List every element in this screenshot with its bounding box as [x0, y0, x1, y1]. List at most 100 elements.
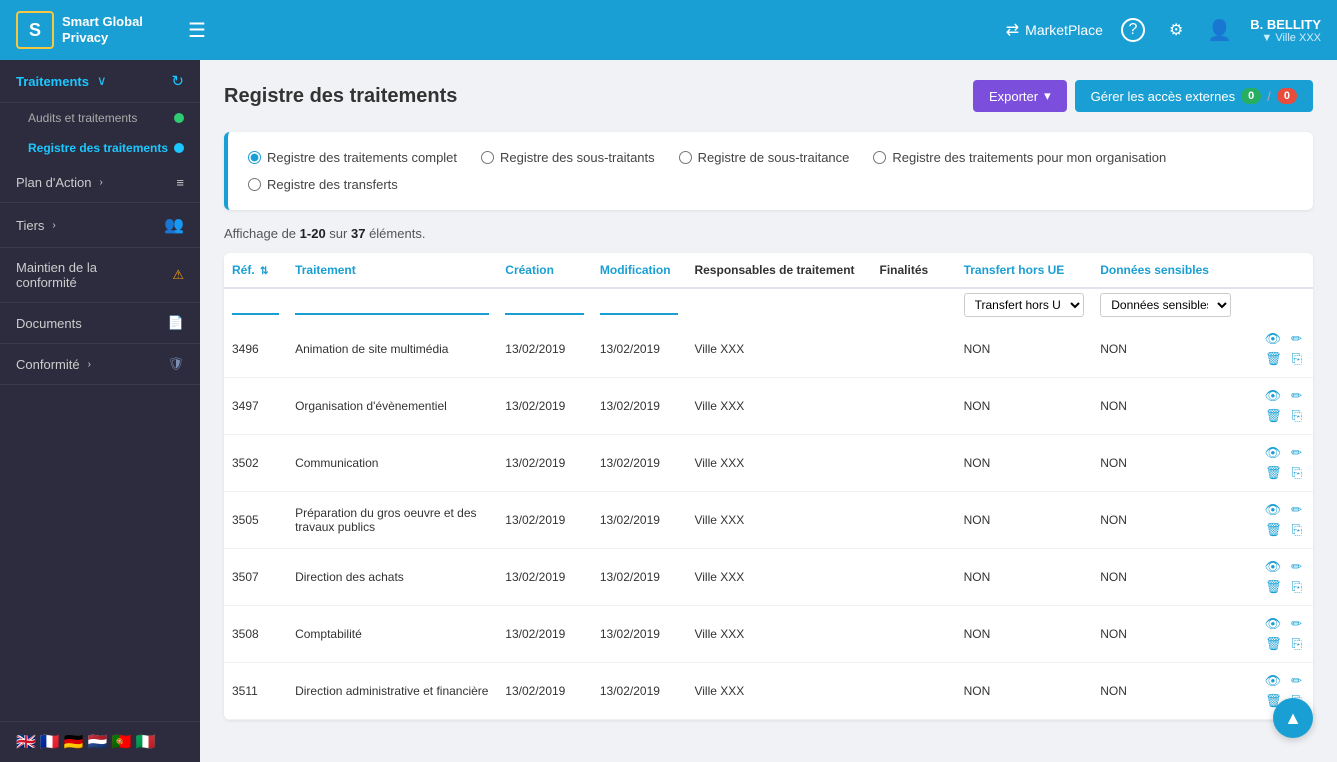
filter-finalites	[872, 288, 956, 321]
copy-button[interactable]: ⎘	[1289, 578, 1305, 596]
flag-de[interactable]: 🇩🇪	[64, 732, 84, 752]
view-button[interactable]: 👁	[1262, 444, 1285, 462]
data-table: Réf. ⇅ Traitement Création Modification …	[224, 253, 1313, 720]
traitements-label: Traitements	[16, 74, 89, 89]
cell-donnees: NON	[1092, 606, 1239, 663]
view-button[interactable]: 👁	[1262, 672, 1285, 690]
radio-sous-traitants-label: Registre des sous-traitants	[500, 150, 655, 165]
cell-finalites	[872, 321, 956, 378]
marketplace-button[interactable]: ⇄ MarketPlace	[1006, 20, 1103, 40]
logo[interactable]: S Smart GlobalPrivacy	[16, 11, 176, 49]
radio-group: Registre des traitements complet Registr…	[248, 150, 1293, 192]
cell-transfert: NON	[956, 606, 1093, 663]
view-button[interactable]: 👁	[1262, 387, 1285, 405]
filter-transfert-select[interactable]: Transfert hors UE OUI NON	[964, 293, 1085, 317]
copy-button[interactable]: ⎘	[1289, 464, 1305, 482]
filter-donnees-select[interactable]: Données sensibles OUI NON	[1100, 293, 1231, 317]
flag-nl[interactable]: 🇳🇱	[88, 732, 108, 752]
sidebar-item-registre[interactable]: Registre des traitements	[0, 133, 200, 163]
affichage-range: 1-20	[300, 226, 326, 241]
filter-ref-input[interactable]	[232, 295, 279, 315]
radio-sous-traitance[interactable]: Registre de sous-traitance	[679, 150, 850, 165]
view-button[interactable]: 👁	[1262, 330, 1285, 348]
sidebar-item-traitements[interactable]: Traitements ∨ ↻	[0, 60, 200, 103]
copy-button[interactable]: ⎘	[1289, 635, 1305, 653]
action-row-bottom: 🗑 ⎘	[1262, 635, 1305, 653]
edit-button[interactable]: ✏	[1288, 387, 1305, 405]
cell-creation: 13/02/2019	[497, 321, 592, 378]
action-icons: 👁 ✏ 🗑 ⎘	[1247, 387, 1305, 425]
sidebar-item-maintien[interactable]: Maintien de laconformité ⚠	[0, 248, 200, 303]
delete-button[interactable]: 🗑	[1262, 635, 1285, 653]
sidebar-item-conformite[interactable]: Conformité › 🛡	[0, 344, 200, 385]
scroll-to-top-button[interactable]: ▲	[1273, 698, 1313, 738]
col-finalites: Finalités	[872, 253, 956, 288]
help-icon[interactable]: ?	[1121, 18, 1145, 42]
marketplace-label: MarketPlace	[1025, 22, 1103, 38]
flag-en[interactable]: 🇬🇧	[16, 732, 36, 752]
sidebar-item-audits[interactable]: Audits et traitements	[0, 103, 200, 133]
col-modification[interactable]: Modification	[592, 253, 687, 288]
delete-button[interactable]: 🗑	[1262, 578, 1285, 596]
delete-button[interactable]: 🗑	[1262, 407, 1285, 425]
cell-transfert: NON	[956, 549, 1093, 606]
cell-transfert: NON	[956, 321, 1093, 378]
filter-ref[interactable]	[224, 288, 287, 321]
user-info[interactable]: B. BELLITY ▼ Ville XXX	[1250, 17, 1321, 44]
edit-button[interactable]: ✏	[1288, 672, 1305, 690]
sidebar-item-tiers[interactable]: Tiers › 👥	[0, 203, 200, 248]
col-transfert[interactable]: Transfert hors UE	[956, 253, 1093, 288]
sidebar-item-plan[interactable]: Plan d'Action › ≡	[0, 163, 200, 203]
hamburger-icon[interactable]: ☰	[188, 18, 206, 43]
col-creation[interactable]: Création	[497, 253, 592, 288]
manage-label: Gérer les accès externes	[1091, 89, 1236, 104]
radio-organisation-label: Registre des traitements pour mon organi…	[892, 150, 1166, 165]
view-button[interactable]: 👁	[1262, 615, 1285, 633]
flag-it[interactable]: 🇮🇹	[136, 732, 156, 752]
export-button[interactable]: Exporter ▾	[973, 80, 1067, 112]
manage-access-button[interactable]: Gérer les accès externes 0 / 0	[1075, 80, 1313, 112]
delete-button[interactable]: 🗑	[1262, 350, 1285, 368]
cell-ref: 3496	[224, 321, 287, 378]
col-traitement[interactable]: Traitement	[287, 253, 497, 288]
sort-icon-ref[interactable]: ⇅	[260, 266, 268, 277]
filter-creation-input[interactable]	[505, 295, 584, 315]
filter-traitement-input[interactable]	[295, 295, 489, 315]
radio-organisation[interactable]: Registre des traitements pour mon organi…	[873, 150, 1166, 165]
edit-button[interactable]: ✏	[1288, 444, 1305, 462]
filter-transfert[interactable]: Transfert hors UE OUI NON	[956, 288, 1093, 321]
affichage-total: 37	[351, 226, 365, 241]
copy-button[interactable]: ⎘	[1289, 350, 1305, 368]
delete-button[interactable]: 🗑	[1262, 521, 1285, 539]
radio-sous-traitants[interactable]: Registre des sous-traitants	[481, 150, 655, 165]
edit-button[interactable]: ✏	[1288, 558, 1305, 576]
filter-traitement[interactable]	[287, 288, 497, 321]
user-icon[interactable]: 👤	[1207, 18, 1232, 43]
cell-modification: 13/02/2019	[592, 378, 687, 435]
cell-modification: 13/02/2019	[592, 549, 687, 606]
plan-icon: ≡	[176, 175, 184, 190]
view-button[interactable]: 👁	[1262, 558, 1285, 576]
filter-modification[interactable]	[592, 288, 687, 321]
edit-button[interactable]: ✏	[1288, 501, 1305, 519]
copy-button[interactable]: ⎘	[1289, 407, 1305, 425]
edit-button[interactable]: ✏	[1288, 615, 1305, 633]
radio-complet[interactable]: Registre des traitements complet	[248, 150, 457, 165]
action-row-top: 👁 ✏	[1262, 558, 1305, 576]
table-row: 3496 Animation de site multimédia 13/02/…	[224, 321, 1313, 378]
filter-creation[interactable]	[497, 288, 592, 321]
action-icons: 👁 ✏ 🗑 ⎘	[1247, 444, 1305, 482]
view-button[interactable]: 👁	[1262, 501, 1285, 519]
col-donnees[interactable]: Données sensibles	[1092, 253, 1239, 288]
copy-button[interactable]: ⎘	[1289, 521, 1305, 539]
delete-button[interactable]: 🗑	[1262, 464, 1285, 482]
filter-modification-input[interactable]	[600, 295, 679, 315]
settings-icon[interactable]: ⚙	[1169, 20, 1183, 40]
radio-transferts[interactable]: Registre des transferts	[248, 177, 1293, 192]
flag-fr[interactable]: 🇫🇷	[40, 732, 60, 752]
flag-pt[interactable]: 🇵🇹	[112, 732, 132, 752]
radio-transferts-label: Registre des transferts	[267, 177, 398, 192]
edit-button[interactable]: ✏	[1288, 330, 1305, 348]
filter-donnees[interactable]: Données sensibles OUI NON	[1092, 288, 1239, 321]
sidebar-item-documents[interactable]: Documents 📄	[0, 303, 200, 344]
